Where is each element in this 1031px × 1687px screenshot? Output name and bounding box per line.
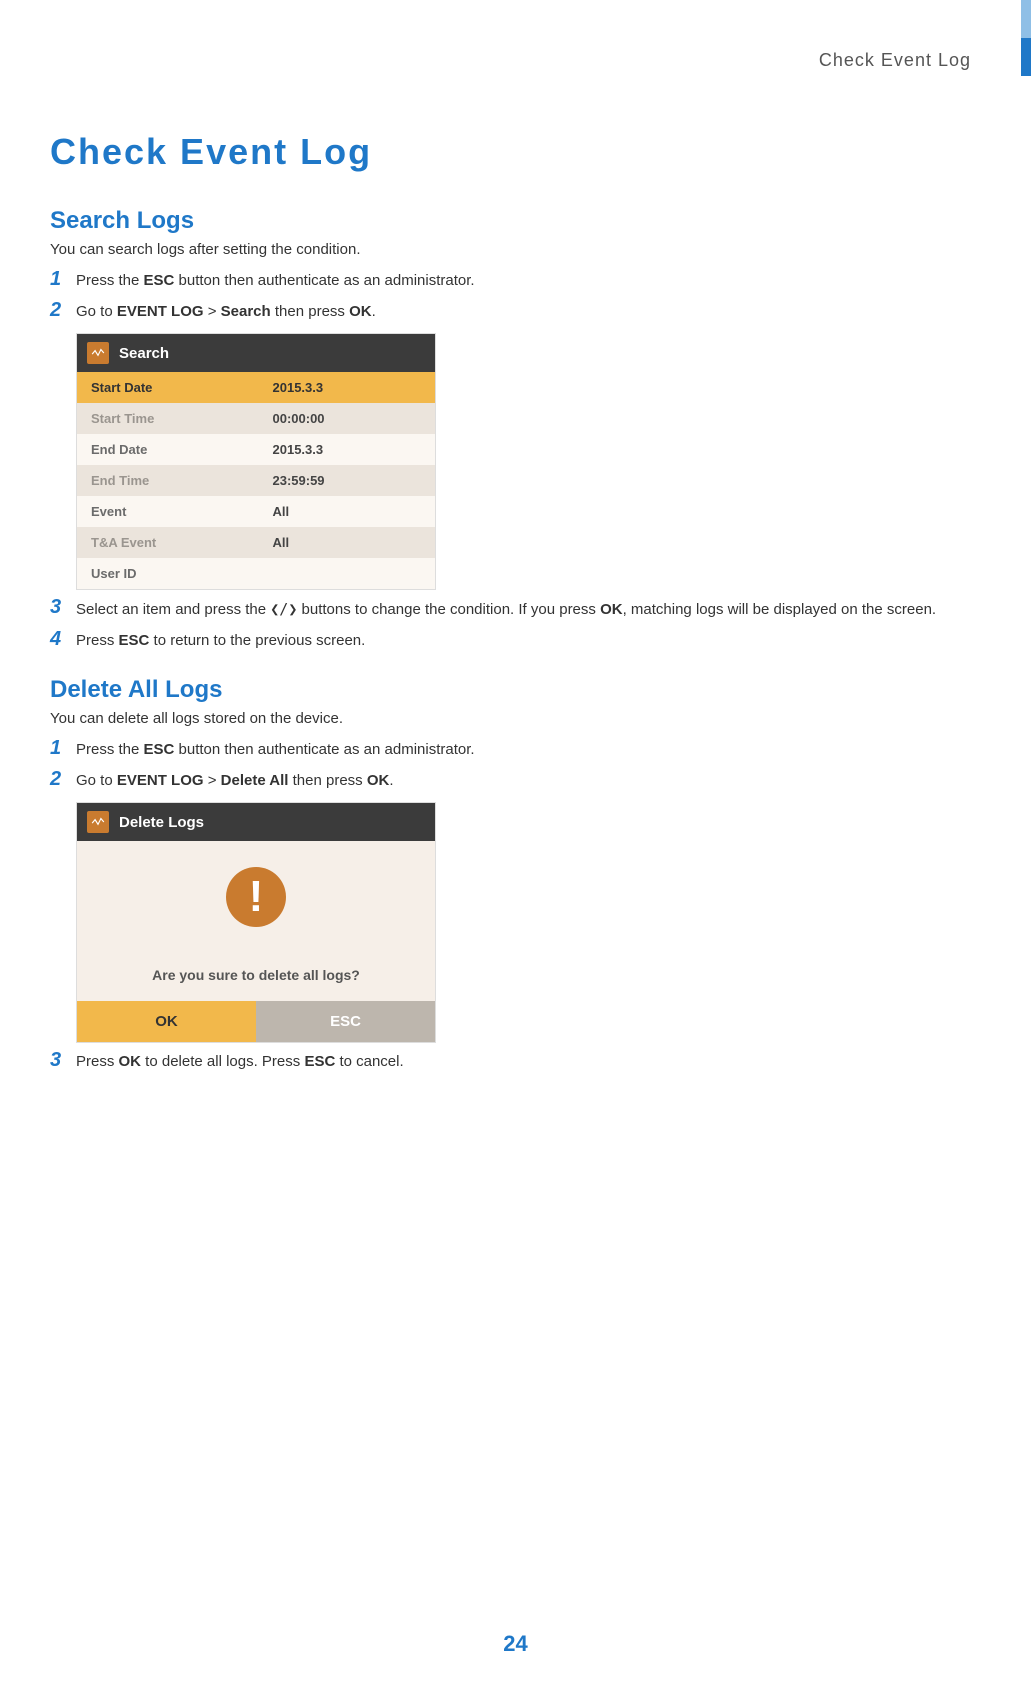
step-2: 2 Go to EVENT LOG > Delete All then pres… <box>50 768 971 793</box>
screenshot-rows: Start Date2015.3.3Start Time00:00:00End … <box>77 372 435 589</box>
steps-delete-cont: 3 Press OK to delete all logs. Press ESC… <box>50 1049 971 1074</box>
step-number: 3 <box>50 596 76 618</box>
table-row[interactable]: End Time23:59:59 <box>77 465 435 496</box>
screenshot-title: Search <box>119 345 169 362</box>
heading-search-logs: Search Logs <box>50 207 971 235</box>
row-label: Start Date <box>91 380 273 395</box>
step-text: Go to EVENT LOG > Search then press OK. <box>76 299 376 324</box>
row-value: 2015.3.3 <box>273 442 422 457</box>
table-row[interactable]: Start Date2015.3.3 <box>77 372 435 403</box>
page-side-tabs <box>1021 0 1031 76</box>
table-row[interactable]: EventAll <box>77 496 435 527</box>
table-row[interactable]: End Date2015.3.3 <box>77 434 435 465</box>
row-label: Event <box>91 504 273 519</box>
row-value <box>273 566 422 581</box>
screenshot-delete-dialog: Delete Logs ! Are you sure to delete all… <box>76 802 436 1043</box>
step-number: 2 <box>50 768 76 790</box>
step-number: 1 <box>50 268 76 290</box>
table-row[interactable]: T&A EventAll <box>77 527 435 558</box>
left-right-arrows-icon: ❮/❯ <box>270 600 297 618</box>
tab-marker-light <box>1021 0 1031 38</box>
screenshot-search: Search Start Date2015.3.3Start Time00:00… <box>76 333 436 590</box>
log-icon <box>87 811 109 833</box>
row-value: All <box>273 504 422 519</box>
step-text: Select an item and press the ❮/❯ buttons… <box>76 596 936 622</box>
step-4: 4 Press ESC to return to the previous sc… <box>50 628 971 653</box>
ok-button[interactable]: OK <box>77 1001 256 1042</box>
warning-icon: ! <box>226 867 286 927</box>
step-1: 1 Press the ESC button then authenticate… <box>50 737 971 762</box>
step-2: 2 Go to EVENT LOG > Search then press OK… <box>50 299 971 324</box>
dialog-body: ! Are you sure to delete all logs? <box>77 841 435 1001</box>
row-value: 00:00:00 <box>273 411 422 426</box>
step-text: Press OK to delete all logs. Press ESC t… <box>76 1049 404 1074</box>
step-number: 1 <box>50 737 76 759</box>
table-row[interactable]: Start Time00:00:00 <box>77 403 435 434</box>
row-label: T&A Event <box>91 535 273 550</box>
table-row[interactable]: User ID <box>77 558 435 589</box>
step-3: 3 Select an item and press the ❮/❯ butto… <box>50 596 971 622</box>
step-3: 3 Press OK to delete all logs. Press ESC… <box>50 1049 971 1074</box>
step-text: Press the ESC button then authenticate a… <box>76 268 475 293</box>
page-number: 24 <box>0 1631 1031 1657</box>
steps-delete: 1 Press the ESC button then authenticate… <box>50 737 971 792</box>
row-label: End Time <box>91 473 273 488</box>
page-title: Check Event Log <box>50 131 971 173</box>
dialog-message: Are you sure to delete all logs? <box>95 967 417 983</box>
esc-button[interactable]: ESC <box>256 1001 435 1042</box>
row-label: End Date <box>91 442 273 457</box>
heading-delete-logs: Delete All Logs <box>50 676 971 704</box>
step-1: 1 Press the ESC button then authenticate… <box>50 268 971 293</box>
steps-search: 1 Press the ESC button then authenticate… <box>50 268 971 323</box>
screenshot-title: Delete Logs <box>119 814 204 831</box>
step-text: Press ESC to return to the previous scre… <box>76 628 365 653</box>
step-number: 4 <box>50 628 76 650</box>
row-value: 2015.3.3 <box>273 380 422 395</box>
running-header: Check Event Log <box>50 50 971 71</box>
step-number: 3 <box>50 1049 76 1071</box>
step-text: Press the ESC button then authenticate a… <box>76 737 475 762</box>
step-number: 2 <box>50 299 76 321</box>
log-icon <box>87 342 109 364</box>
tab-marker-dark <box>1021 38 1031 76</box>
intro-search-logs: You can search logs after setting the co… <box>50 241 971 258</box>
screenshot-header: Delete Logs <box>77 803 435 841</box>
screenshot-header: Search <box>77 334 435 372</box>
row-label: Start Time <box>91 411 273 426</box>
row-label: User ID <box>91 566 273 581</box>
intro-delete-logs: You can delete all logs stored on the de… <box>50 710 971 727</box>
step-text: Go to EVENT LOG > Delete All then press … <box>76 768 394 793</box>
steps-search-cont: 3 Select an item and press the ❮/❯ butto… <box>50 596 971 652</box>
row-value: 23:59:59 <box>273 473 422 488</box>
row-value: All <box>273 535 422 550</box>
